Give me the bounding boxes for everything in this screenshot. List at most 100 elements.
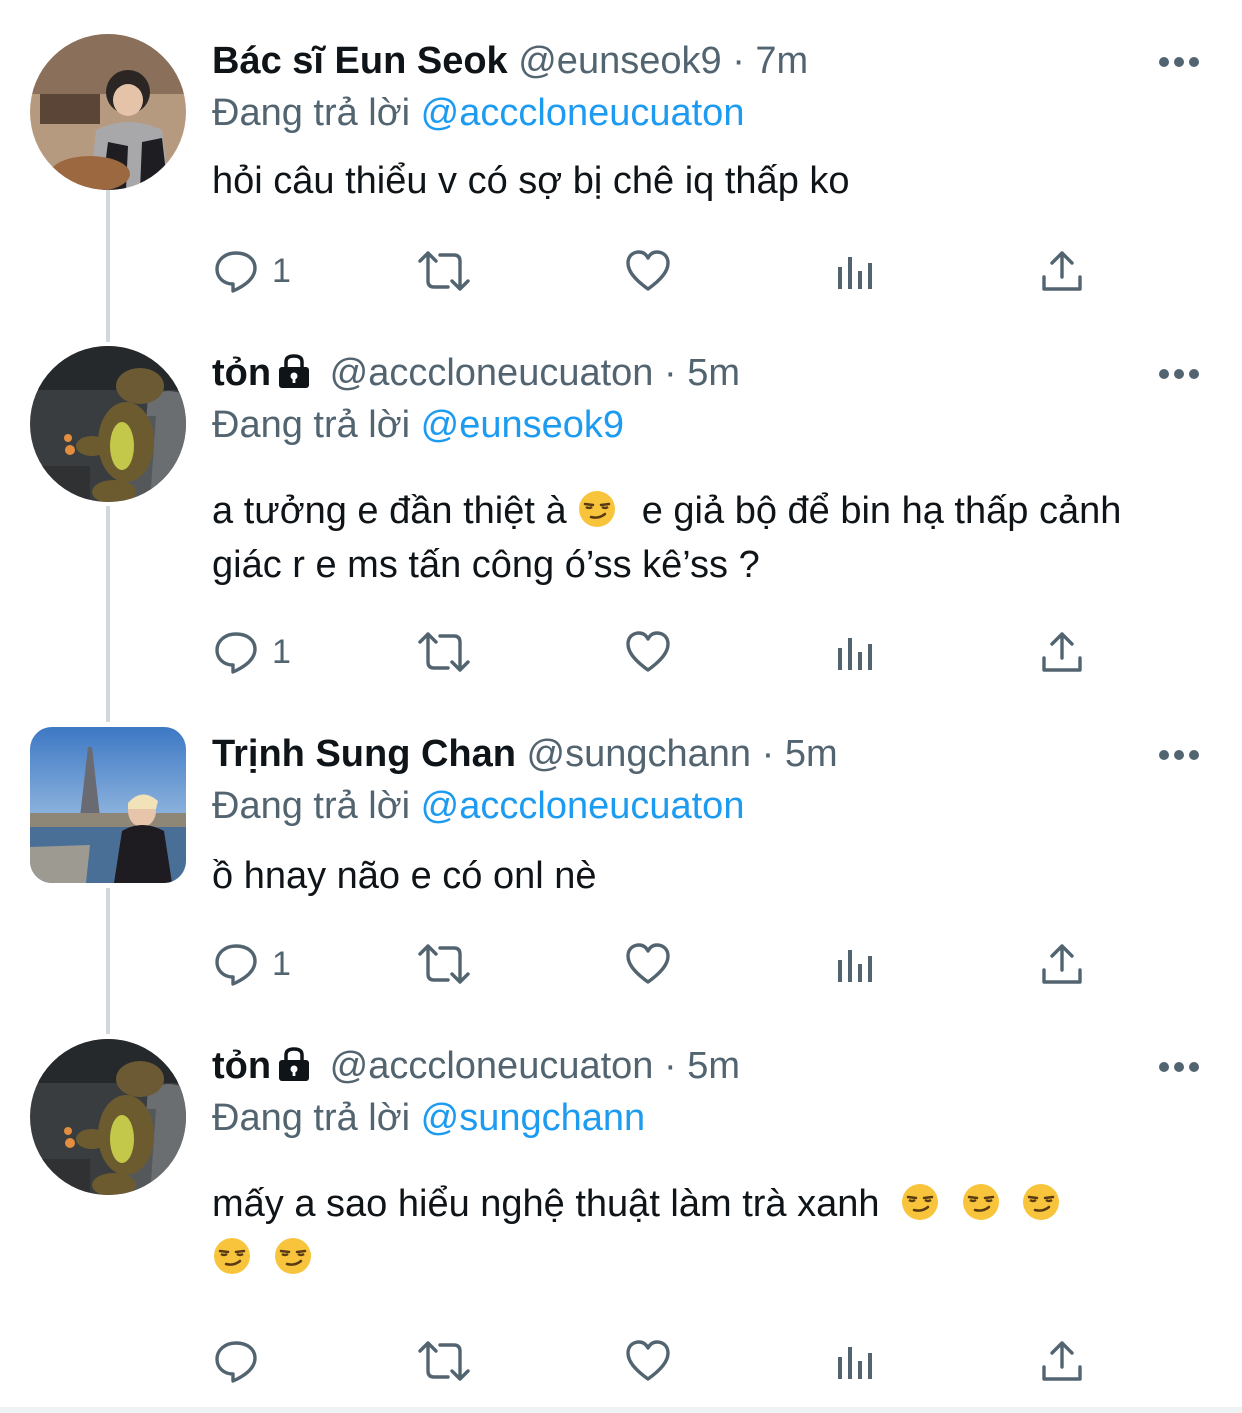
views-button[interactable] bbox=[832, 1331, 880, 1391]
tweet[interactable]: Trịnh Sung Chan @sungchann · 5m Đang trả… bbox=[0, 727, 1242, 1017]
like-button[interactable] bbox=[624, 241, 672, 301]
retweet-button[interactable] bbox=[416, 241, 472, 301]
lock-icon bbox=[279, 354, 310, 388]
heart-icon bbox=[626, 631, 670, 672]
views-button[interactable] bbox=[832, 241, 880, 301]
like-button[interactable] bbox=[624, 622, 672, 682]
tweet-header: tỏn @acccloneucuaton · 5m bbox=[212, 1041, 740, 1091]
action-bar: 1 bbox=[0, 622, 1242, 682]
action-bar: 1 bbox=[0, 241, 1242, 301]
replying-to: Đang trả lời @acccloneucuaton bbox=[212, 781, 744, 831]
heart-icon bbox=[626, 250, 670, 291]
like-button[interactable] bbox=[624, 1331, 672, 1391]
heart-icon bbox=[626, 943, 670, 984]
reply-button[interactable]: 1 bbox=[212, 622, 291, 682]
retweet-button[interactable] bbox=[416, 622, 472, 682]
replying-prefix: Đang trả lời bbox=[212, 92, 411, 134]
author-handle[interactable]: @acccloneucuaton bbox=[330, 352, 654, 394]
author-handle[interactable]: @sungchann bbox=[527, 733, 752, 775]
smirking-face-emoji bbox=[214, 1238, 250, 1274]
tweet-text-content: a tưởng e đần thiệt à bbox=[212, 490, 567, 532]
avatar[interactable] bbox=[30, 34, 186, 190]
more-dots-icon[interactable] bbox=[1158, 1061, 1200, 1073]
share-icon bbox=[1042, 1341, 1082, 1381]
author-name[interactable]: tỏn bbox=[212, 1045, 271, 1087]
separator-dot: · bbox=[663, 352, 677, 394]
analytics-icon bbox=[838, 1347, 872, 1379]
separator-dot: · bbox=[761, 733, 775, 775]
reply-button[interactable] bbox=[212, 1331, 272, 1391]
action-bar: 1 bbox=[0, 934, 1242, 994]
share-icon bbox=[1042, 632, 1082, 672]
like-button[interactable] bbox=[624, 934, 672, 994]
author-handle[interactable]: @acccloneucuaton bbox=[330, 1045, 654, 1087]
tweet-text: ồ hnay não e có onl nè bbox=[212, 849, 1192, 903]
tweet[interactable]: tỏn @acccloneucuaton · 5m Đang trả lời @… bbox=[0, 346, 1242, 706]
share-button[interactable] bbox=[1038, 1331, 1086, 1391]
comment-icon bbox=[215, 251, 257, 293]
tweet-header: tỏn @acccloneucuaton · 5m bbox=[212, 348, 740, 398]
replying-to: Đang trả lời @sungchann bbox=[212, 1093, 645, 1143]
share-button[interactable] bbox=[1038, 934, 1086, 994]
reply-count: 1 bbox=[272, 944, 291, 983]
author-name[interactable]: tỏn bbox=[212, 352, 271, 394]
author-name[interactable]: Trịnh Sung Chan bbox=[212, 733, 516, 775]
retweet-icon bbox=[418, 251, 470, 291]
retweet-button[interactable] bbox=[416, 1331, 472, 1391]
replying-prefix: Đang trả lời bbox=[212, 404, 411, 446]
avatar[interactable] bbox=[30, 1039, 186, 1195]
share-button[interactable] bbox=[1038, 622, 1086, 682]
timestamp[interactable]: 7m bbox=[755, 40, 808, 82]
views-button[interactable] bbox=[832, 934, 880, 994]
more-dots-icon[interactable] bbox=[1158, 56, 1200, 68]
replying-prefix: Đang trả lời bbox=[212, 785, 411, 827]
mention-link[interactable]: @acccloneucuaton bbox=[421, 785, 745, 827]
mention-link[interactable]: @eunseok9 bbox=[421, 404, 624, 446]
tweet[interactable]: Bác sĩ Eun Seok @eunseok9 · 7m Đang trả … bbox=[0, 34, 1242, 324]
reply-count: 1 bbox=[272, 251, 291, 290]
timestamp[interactable]: 5m bbox=[785, 733, 838, 775]
avatar[interactable] bbox=[30, 346, 186, 502]
separator-dot: · bbox=[663, 1045, 677, 1087]
smirking-face-emoji bbox=[274, 1238, 311, 1274]
replying-to: Đang trả lời @acccloneucuaton bbox=[212, 88, 744, 138]
divider bbox=[0, 1407, 1242, 1413]
views-button[interactable] bbox=[832, 622, 880, 682]
tweet-text: a tưởng e đần thiệt à e giả bộ để bin hạ… bbox=[212, 484, 1192, 592]
analytics-icon bbox=[838, 950, 872, 982]
analytics-icon bbox=[838, 257, 872, 289]
reply-button[interactable]: 1 bbox=[212, 241, 291, 301]
timestamp[interactable]: 5m bbox=[687, 352, 740, 394]
tweet-header: Bác sĩ Eun Seok @eunseok9 · 7m bbox=[212, 36, 808, 86]
share-icon bbox=[1042, 944, 1082, 984]
retweet-button[interactable] bbox=[416, 934, 472, 994]
action-bar bbox=[0, 1331, 1242, 1391]
share-button[interactable] bbox=[1038, 241, 1086, 301]
separator-dot: · bbox=[732, 40, 745, 82]
more-dots-icon[interactable] bbox=[1158, 368, 1200, 380]
more-dots-icon[interactable] bbox=[1158, 749, 1200, 761]
mention-link[interactable]: @acccloneucuaton bbox=[421, 92, 745, 134]
reply-count: 1 bbox=[272, 632, 291, 671]
comment-icon bbox=[215, 1341, 257, 1383]
avatar-photo bbox=[30, 346, 186, 502]
tweet-text-content: hỏi câu thiểu v có sợ bị chê iq thấp ko bbox=[212, 160, 850, 202]
tweet-header: Trịnh Sung Chan @sungchann · 5m bbox=[212, 729, 838, 779]
mention-link[interactable]: @sungchann bbox=[421, 1097, 646, 1139]
replying-to: Đang trả lời @eunseok9 bbox=[212, 400, 624, 450]
avatar-photo bbox=[30, 1039, 186, 1195]
author-name[interactable]: Bác sĩ Eun Seok bbox=[212, 40, 508, 82]
avatar[interactable] bbox=[30, 727, 186, 883]
replying-prefix: Đang trả lời bbox=[212, 1097, 411, 1139]
timestamp[interactable]: 5m bbox=[687, 1045, 740, 1087]
heart-icon bbox=[626, 1340, 670, 1381]
retweet-icon bbox=[418, 632, 470, 672]
retweet-icon bbox=[418, 944, 470, 984]
analytics-icon bbox=[838, 638, 872, 670]
author-handle[interactable]: @eunseok9 bbox=[518, 40, 721, 82]
comment-icon bbox=[215, 944, 257, 986]
tweet-text: hỏi câu thiểu v có sợ bị chê iq thấp ko bbox=[212, 154, 1192, 208]
reply-button[interactable]: 1 bbox=[212, 934, 291, 994]
avatar-photo bbox=[30, 34, 186, 190]
tweet[interactable]: tỏn @acccloneucuaton · 5m Đang trả lời @… bbox=[0, 1039, 1242, 1399]
